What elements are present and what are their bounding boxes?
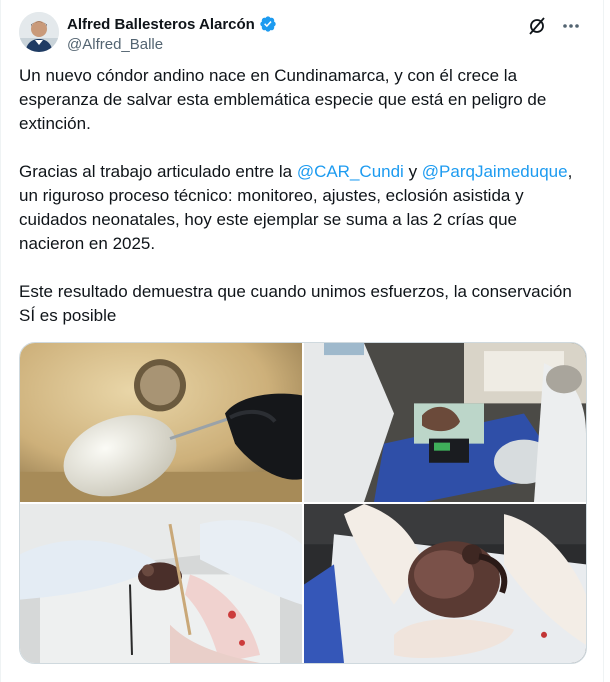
- author-info: Alfred Ballesteros Alarcón @Alfred_Balle: [67, 14, 277, 53]
- mention-parq-jaimeduque[interactable]: @ParqJaimeduque: [422, 162, 568, 181]
- photo-egg[interactable]: [20, 343, 302, 502]
- grok-icon[interactable]: [523, 12, 551, 40]
- photo-weighing[interactable]: [304, 343, 586, 502]
- tweet-paragraph-2: Gracias al trabajo articulado entre la @…: [19, 160, 585, 256]
- photo-chick-instruments[interactable]: [20, 504, 302, 663]
- author-handle[interactable]: @Alfred_Balle: [67, 36, 277, 53]
- tweet-text: Un nuevo cóndor andino nace en Cundinama…: [19, 64, 585, 352]
- tweet-header: Alfred Ballesteros Alarcón @Alfred_Balle: [19, 12, 585, 56]
- media-grid: [19, 342, 587, 664]
- tweet-card: Alfred Ballesteros Alarcón @Alfred_Balle: [0, 0, 604, 682]
- tweet-paragraph-1: Un nuevo cóndor andino nace en Cundinama…: [19, 66, 547, 133]
- tweet-text-segment: y: [403, 162, 422, 181]
- tweet-paragraph-3: Este resultado demuestra que cuando unim…: [19, 282, 572, 325]
- author-name[interactable]: Alfred Ballesteros Alarcón: [67, 16, 255, 33]
- more-icon[interactable]: [557, 12, 585, 40]
- verified-badge-icon: [260, 16, 276, 32]
- tweet-text-segment: Gracias al trabajo articulado entre la: [19, 162, 297, 181]
- header-actions: [523, 12, 585, 40]
- avatar[interactable]: [19, 12, 59, 52]
- photo-chick-hands[interactable]: [304, 504, 586, 663]
- mention-car-cundi[interactable]: @CAR_Cundi: [297, 162, 404, 181]
